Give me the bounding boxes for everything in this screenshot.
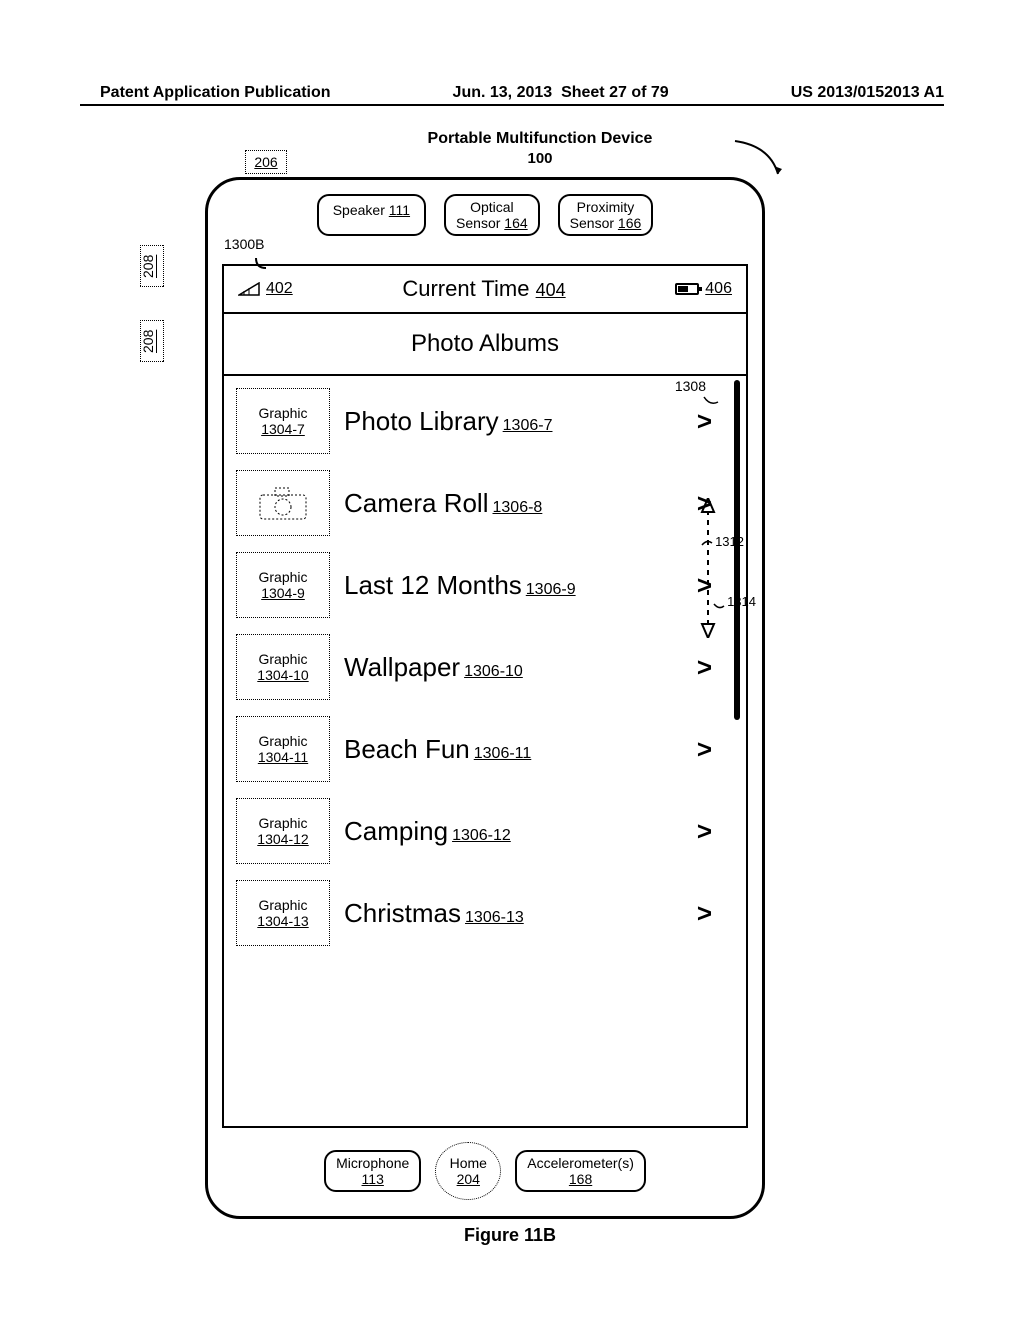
album-row[interactable]: Graphic 1304-13 Christmas1306-13 >	[232, 872, 720, 954]
album-row[interactable]: Graphic 1304-10 Wallpaper1306-10 >	[232, 626, 720, 708]
chevron-right-icon: >	[697, 652, 712, 683]
chevron-right-icon: >	[697, 488, 712, 519]
album-thumb: Graphic 1304-12	[236, 798, 330, 864]
pub-label: Patent Application Publication	[100, 84, 331, 102]
sensor-row: Speaker 111 Optical Sensor 164 Proximity…	[220, 194, 750, 236]
accelerometer-pill: Accelerometer(s) 168	[515, 1150, 646, 1192]
ref-208-a: 208	[140, 245, 164, 287]
optical-sensor-pill: Optical Sensor 164	[444, 194, 540, 236]
ref-208-b: 208	[140, 320, 164, 362]
chevron-right-icon: >	[697, 734, 712, 765]
battery-ref: 406	[705, 280, 732, 298]
album-list[interactable]: 1308 1312 1314	[224, 376, 746, 958]
chevron-right-icon: >	[697, 570, 712, 601]
signal-ref: 402	[266, 280, 293, 298]
albums-header: Photo Albums	[224, 314, 746, 376]
album-row[interactable]: Graphic 1304-7 Photo Library1306-7 >	[232, 380, 720, 462]
bottom-sensor-row: Microphone 113 Home 204 Accelerometer(s)…	[208, 1142, 762, 1200]
album-thumb: Graphic 1304-11	[236, 716, 330, 782]
chevron-right-icon: >	[697, 406, 712, 437]
header-rule	[80, 104, 944, 106]
album-label: Camera Roll1306-8	[344, 488, 683, 519]
pub-date: Jun. 13, 2013 Sheet 27 of 79	[453, 84, 669, 102]
figure-caption: Figure 11B	[205, 1225, 815, 1246]
battery-indicator: 406	[675, 280, 732, 298]
album-row[interactable]: Camera Roll1306-8 >	[232, 462, 720, 544]
pub-docnum: US 2013/0152013 A1	[791, 84, 944, 102]
signal-indicator: 402	[238, 280, 293, 298]
device-body: Speaker 111 Optical Sensor 164 Proximity…	[205, 177, 765, 1219]
chevron-right-icon: >	[697, 898, 712, 929]
album-row[interactable]: Graphic 1304-12 Camping1306-12 >	[232, 790, 720, 872]
current-time: Current Time 404	[402, 276, 565, 302]
home-button[interactable]: Home 204	[435, 1142, 501, 1200]
camera-icon	[236, 470, 330, 536]
proximity-sensor-pill: Proximity Sensor 166	[558, 194, 654, 236]
chevron-right-icon: >	[697, 816, 712, 847]
status-bar: 402 Current Time 404 406	[224, 266, 746, 314]
leader-arrow-icon	[730, 136, 790, 181]
ref-1300b: 1300B	[224, 236, 264, 252]
album-label: Last 12 Months1306-9	[344, 570, 683, 601]
album-thumb: Graphic 1304-7	[236, 388, 330, 454]
speaker-pill: Speaker 111	[317, 194, 426, 236]
album-label: Photo Library1306-7	[344, 406, 683, 437]
album-label: Wallpaper1306-10	[344, 652, 683, 683]
album-label: Christmas1306-13	[344, 898, 683, 929]
signal-icon	[238, 282, 260, 296]
album-row[interactable]: Graphic 1304-9 Last 12 Months1306-9 >	[232, 544, 720, 626]
battery-icon	[675, 283, 699, 295]
ref-1314: 1314	[727, 594, 756, 609]
page-header: Patent Application Publication Jun. 13, …	[100, 84, 944, 102]
album-label: Camping1306-12	[344, 816, 683, 847]
album-thumb: Graphic 1304-9	[236, 552, 330, 618]
album-row[interactable]: Graphic 1304-11 Beach Fun1306-11 >	[232, 708, 720, 790]
touchscreen[interactable]: 402 Current Time 404 406 Photo Albums 13…	[222, 264, 748, 1128]
album-label: Beach Fun1306-11	[344, 734, 683, 765]
microphone-pill: Microphone 113	[324, 1150, 421, 1192]
album-thumb: Graphic 1304-10	[236, 634, 330, 700]
scrollbar[interactable]	[734, 380, 740, 720]
album-thumb: Graphic 1304-13	[236, 880, 330, 946]
figure: 206 Portable Multifunction Device 100 20…	[170, 130, 780, 1246]
